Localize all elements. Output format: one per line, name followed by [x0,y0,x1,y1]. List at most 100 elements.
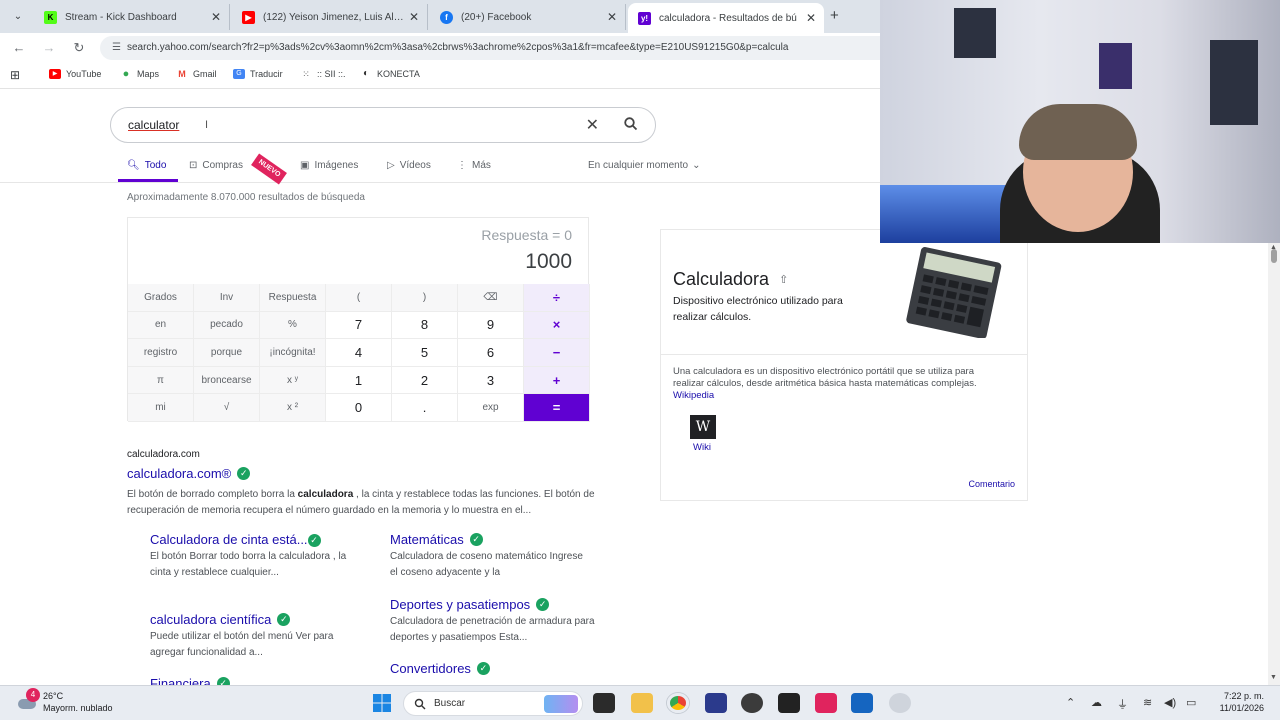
wikipedia-link[interactable]: Wikipedia [673,390,714,401]
capcut-icon[interactable] [778,693,800,713]
settings-gear-icon[interactable] [889,693,911,713]
key-porque[interactable]: porque [194,339,260,367]
search-box[interactable]: calculator I ✕ [110,107,656,143]
key-square[interactable]: x ² [260,394,326,422]
key-decimal[interactable]: . [392,394,458,422]
key-sqrt[interactable]: √ [194,394,260,422]
key-8[interactable]: 8 [392,311,458,340]
key-4[interactable]: 4 [326,339,392,367]
key-0[interactable]: 0 [326,394,392,422]
address-bar[interactable]: ☰ search.yahoo.com/search?fr2=p%3ads%2cv%… [100,36,880,60]
bookmark-konecta[interactable]: ◐ KONECTA [360,69,420,80]
weather-widget[interactable]: 4 26°C Mayorm. nublado [16,688,113,714]
clear-search-icon[interactable]: ✕ [586,115,599,135]
store-icon[interactable] [851,693,873,713]
bookmark-gmail[interactable]: M Gmail [176,69,216,79]
key-equals[interactable]: = [524,394,590,422]
tab-search-chevron-icon[interactable]: ⌄ [8,8,28,26]
close-tab-icon[interactable]: ✕ [603,10,621,24]
key-pecado[interactable]: pecado [194,311,260,340]
site-info-icon[interactable]: ☰ [112,42,121,53]
key-1[interactable]: 1 [326,366,392,395]
key-9[interactable]: 9 [458,311,524,340]
key-close-paren[interactable]: ) [392,284,458,312]
key-incognita[interactable]: ¡incógnita! [260,339,326,367]
wifi-icon[interactable]: ≋ [1143,696,1152,709]
filter-imagenes[interactable]: ▣ Imágenes [300,160,358,171]
time-filter-dropdown[interactable]: En cualquier momento ⌄ [588,160,700,171]
sublink-title[interactable]: Convertidores [390,661,471,676]
sublink-title[interactable]: Matemáticas [390,532,464,547]
clock[interactable]: 7:22 p. m. 11/01/2026 [1212,690,1264,714]
key-2[interactable]: 2 [392,366,458,395]
key-divide[interactable]: ÷ [524,284,590,312]
tiktok-icon[interactable] [815,693,837,713]
tab-facebook[interactable]: f (20+) Facebook ✕ [430,4,626,30]
scrollbar-thumb[interactable] [1271,249,1277,263]
search-icon[interactable] [623,116,639,132]
chevron-up-icon[interactable]: ⌃ [1066,696,1075,709]
backspace-icon[interactable]: ⌫ [458,284,524,312]
apps-grid-icon[interactable]: ⊞ [10,68,20,82]
key-6[interactable]: 6 [458,339,524,367]
sublink-convertidores[interactable]: Convertidores ✓ [390,661,610,685]
key-percent[interactable]: % [260,311,326,340]
key-respuesta[interactable]: Respuesta [260,284,326,312]
sublink-title[interactable]: Calculadora de cinta está... [150,532,308,547]
sublink-title[interactable]: calculadora científica [150,612,271,627]
filter-compras[interactable]: ⊡ Compras [189,160,243,171]
result-title-link[interactable]: calculadora.com® ✓ [127,466,251,481]
key-power[interactable]: x ʸ [260,366,326,395]
page-scrollbar[interactable]: ▲ ▼ [1268,243,1280,685]
windows-start-icon[interactable] [371,693,393,713]
bookmark-maps[interactable]: ● Maps [120,69,159,80]
sublink-financiera[interactable]: Financiera ✓ [150,676,370,685]
tab-yahoo-active[interactable]: y! calculadora - Resultados de bú ✕ [628,3,824,33]
wiki-label[interactable]: Wiki [693,442,711,453]
chrome-icon[interactable] [667,693,689,713]
obs-icon[interactable] [741,693,763,713]
reload-icon[interactable]: ↻ [70,39,88,57]
new-tab-plus-icon[interactable]: + [830,7,839,24]
result-title[interactable]: calculadora.com® [127,466,231,481]
forward-arrow-icon[interactable]: → [40,39,58,57]
tab-youtube[interactable]: ▶ (122) Yeison Jimenez, Luis Alfon ✕ [232,4,428,30]
key-inv[interactable]: Inv [194,284,260,312]
key-7[interactable]: 7 [326,311,392,340]
bookmark-traducir[interactable]: G Traducir [233,69,283,79]
filter-videos[interactable]: ▷ Vídeos [387,160,431,171]
key-minus[interactable]: − [524,339,590,367]
key-5[interactable]: 5 [392,339,458,367]
close-tab-icon[interactable]: ✕ [802,11,820,25]
microphone-icon[interactable]: ⏚ [1117,696,1128,712]
key-broncearse[interactable]: broncearse [194,366,260,395]
sublink-deportes[interactable]: Deportes y pasatiempos ✓ Calculadora de p… [390,597,610,646]
search-input[interactable]: calculator [128,118,179,132]
key-exp[interactable]: exp [458,394,524,422]
volume-icon[interactable]: ◀) [1164,696,1176,709]
back-arrow-icon[interactable]: ← [10,39,28,57]
key-open-paren[interactable]: ( [326,284,392,312]
sublink-title[interactable]: Financiera [150,676,211,685]
tab-kick[interactable]: K Stream - Kick Dashboard ✕ [34,4,230,30]
close-tab-icon[interactable]: ✕ [405,10,423,24]
cloud-icon[interactable]: ☁ [1091,696,1102,709]
file-explorer-icon[interactable] [631,693,653,713]
calculator-image[interactable] [905,246,1003,338]
bookmark-youtube[interactable]: ▶ YouTube [49,69,101,79]
close-tab-icon[interactable]: ✕ [207,10,225,24]
taskbar-search[interactable]: Buscar [403,691,583,716]
scroll-down-arrow-icon[interactable]: ▼ [1270,674,1277,681]
wikipedia-icon[interactable]: W [690,415,716,439]
key-sin[interactable]: en [128,311,194,340]
filter-mas[interactable]: ⋮ Más [457,160,491,171]
battery-icon[interactable]: ▭ [1186,696,1196,709]
filter-todo[interactable]: 🔍︎ Todo [127,160,166,171]
sublink-title[interactable]: Deportes y pasatiempos [390,597,530,612]
key-multiply[interactable]: × [524,311,590,340]
bookmark-sii[interactable]: ⁙:: SII ::. [300,69,345,79]
key-registro[interactable]: registro [128,339,194,367]
task-view-icon[interactable] [593,693,615,713]
key-plus[interactable]: + [524,366,590,395]
feedback-link[interactable]: Comentario [968,479,1015,489]
